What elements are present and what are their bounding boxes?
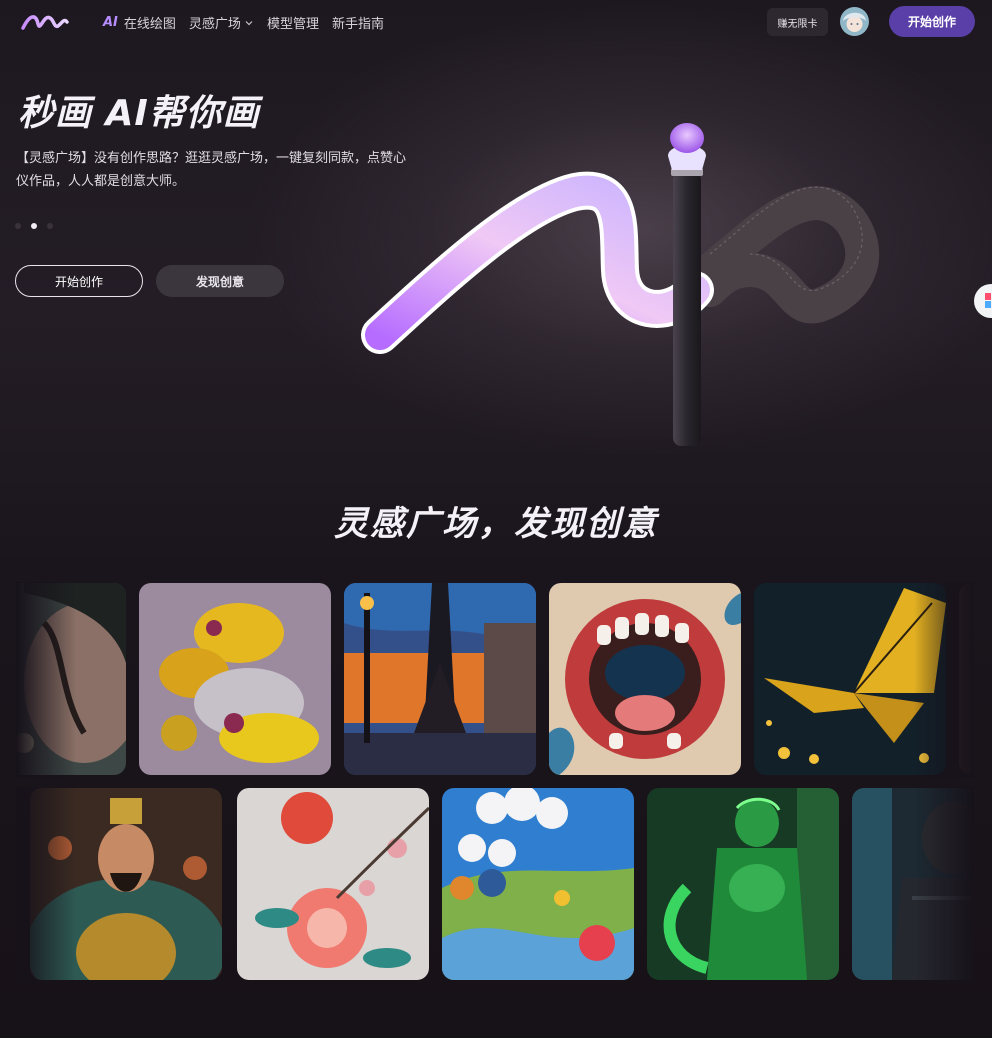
gallery-card-emperor-portrait[interactable] [30,788,222,980]
floating-app-icon[interactable] [974,284,992,318]
carousel-dot-active[interactable] [31,223,37,229]
nav-label: 灵感广场 [188,17,241,32]
nav-label: 在线绘图 [123,17,176,32]
gallery-card-dragon-mouth[interactable] [549,583,741,775]
gallery-card-orchid-flowers[interactable] [139,583,331,775]
gallery-card-eiffel-tower-painting[interactable] [344,583,536,775]
gallery-card-embroidered-flowers[interactable] [237,788,429,980]
start-create-button-top[interactable]: 开始创作 [889,6,975,37]
chevron-down-icon [245,20,253,25]
gallery-row-1 [16,582,974,778]
ai-badge: AI [103,15,118,30]
miaohua-logo[interactable] [20,10,70,34]
start-create-button[interactable]: 开始创作 [15,265,143,297]
gallery-section-title: 灵感广场，发现创意 [334,504,658,544]
discover-button[interactable]: 发现创意 [156,265,284,297]
carousel-dot[interactable] [47,223,53,229]
carousel-dots [15,223,53,229]
gallery-card-green-armor-warrior[interactable] [647,788,839,980]
nav-inspiration[interactable]: 灵感广场 [189,13,254,32]
top-nav: AI 在线绘图 灵感广场 模型管理 新手指南 赚无限卡 开始创作 [0,0,992,44]
gallery-card-dark-creature[interactable] [852,788,974,980]
nav-ai-drawing[interactable]: AI 在线绘图 [103,13,176,32]
gallery-card-clay-landscape[interactable] [442,788,634,980]
brush-stroke-illustration [361,123,880,446]
nav-label: 模型管理 [266,17,319,32]
free-card-button[interactable]: 赚无限卡 [767,8,828,36]
nav-guide[interactable]: 新手指南 [332,13,384,32]
nav-label: 新手指南 [331,17,384,32]
carousel-dot[interactable] [15,223,21,229]
gallery-card-yellow-butterfly[interactable] [754,583,946,775]
nav-model-manage[interactable]: 模型管理 [267,13,319,32]
avatar[interactable] [840,7,869,36]
gallery-card-partial[interactable] [959,583,974,775]
main-nav: AI 在线绘图 灵感广场 模型管理 新手指南 [103,13,384,32]
gallery-card-portrait-woman[interactable] [16,583,126,775]
hero-title: 秒画 AI帮你画 [18,93,260,134]
gallery-row-2 [16,787,974,983]
